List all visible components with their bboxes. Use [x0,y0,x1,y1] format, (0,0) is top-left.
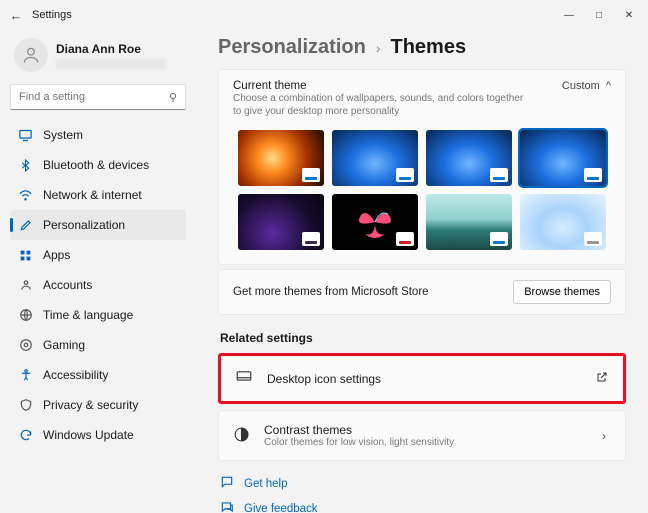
theme-thumb[interactable] [520,194,606,250]
person-icon [18,278,33,293]
user-email-hidden [56,58,166,69]
window-title: Settings [32,9,72,21]
themes-grid [233,130,611,250]
store-text: Get more themes from Microsoft Store [233,286,429,298]
nav-privacy[interactable]: Privacy & security [10,390,186,420]
nav-time[interactable]: Time & language [10,300,186,330]
theme-thumb[interactable] [238,130,324,186]
feedback-link[interactable]: Give feedback [220,500,626,513]
nav-label: Bluetooth & devices [43,158,149,172]
theme-mode-label: Custom [562,80,600,92]
related-heading: Related settings [220,331,626,345]
nav-label: Apps [43,248,70,262]
theme-thumb[interactable] [426,130,512,186]
minimize-button[interactable]: ― [554,2,584,28]
card-title: Current theme [233,80,552,92]
nav-apps[interactable]: Apps [10,240,186,270]
chevron-right-icon: › [597,429,611,443]
nav-label: Privacy & security [43,398,138,412]
wifi-icon [18,188,33,203]
user-block[interactable]: Diana Ann Roe [10,34,186,84]
contrast-themes-row[interactable]: Contrast themes Color themes for low vis… [218,410,626,461]
avatar-icon [14,38,48,72]
nav-network[interactable]: Network & internet [10,180,186,210]
titlebar: ← Settings ― □ ✕ [0,0,648,30]
shield-icon [18,398,33,413]
accessibility-icon [18,368,33,383]
nav-gaming[interactable]: Gaming [10,330,186,360]
nav-label: Network & internet [43,188,142,202]
nav-personalization[interactable]: Personalization [10,210,186,240]
nav-label: Windows Update [43,428,134,442]
theme-thumb[interactable] [332,194,418,250]
theme-mode-toggle[interactable]: Custom ^ [562,80,611,92]
store-row: Get more themes from Microsoft Store Bro… [218,269,626,315]
chevron-up-icon: ^ [606,80,611,92]
nav-label: Accessibility [43,368,108,382]
nav-label: Accounts [43,278,92,292]
help-links: Get help Give feedback [218,475,626,513]
feedback-icon [220,500,234,513]
nav-list: System Bluetooth & devices Network & int… [10,120,186,450]
apps-icon [18,248,33,263]
nav-accessibility[interactable]: Accessibility [10,360,186,390]
row-label: Contrast themes [264,423,583,437]
row-sublabel: Color themes for low vision, light sensi… [264,437,583,448]
row-label: Desktop icon settings [267,372,581,386]
help-icon [220,475,234,492]
link-label: Get help [244,478,287,490]
nav-system[interactable]: System [10,120,186,150]
theme-thumb[interactable] [238,194,324,250]
nav-label: Gaming [43,338,85,352]
nav-bluetooth[interactable]: Bluetooth & devices [10,150,186,180]
main-content: Personalization › Themes Current theme C… [196,30,648,513]
nav-label: Personalization [43,218,125,232]
contrast-icon [233,426,250,446]
nav-update[interactable]: Windows Update [10,420,186,450]
theme-thumb[interactable] [426,194,512,250]
search-box[interactable]: ⚲ [10,84,186,110]
current-theme-card: Current theme Choose a combination of wa… [218,69,626,265]
sidebar: Diana Ann Roe ⚲ System Bluetooth & devic… [0,30,196,513]
close-button[interactable]: ✕ [614,2,644,28]
update-icon [18,428,33,443]
nav-accounts[interactable]: Accounts [10,270,186,300]
gaming-icon [18,338,33,353]
back-button[interactable]: ← [4,8,28,23]
theme-thumb[interactable] [332,130,418,186]
link-label: Give feedback [244,503,318,513]
external-link-icon [595,371,609,386]
maximize-button[interactable]: □ [584,2,614,28]
card-subtitle: Choose a combination of wallpapers, soun… [233,92,533,118]
monitor-icon [235,368,253,389]
breadcrumb: Personalization › Themes [218,36,626,59]
browse-themes-button[interactable]: Browse themes [513,280,611,304]
breadcrumb-current: Themes [390,36,466,59]
globe-icon [18,308,33,323]
system-icon [18,128,33,143]
user-name: Diana Ann Roe [56,42,166,56]
search-input[interactable] [19,91,169,103]
desktop-icon-settings-row[interactable]: Desktop icon settings [218,353,626,404]
chevron-right-icon: › [376,40,381,56]
theme-thumb[interactable] [520,130,606,186]
nav-label: Time & language [43,308,133,322]
get-help-link[interactable]: Get help [220,475,626,492]
brush-icon [18,218,33,233]
breadcrumb-parent[interactable]: Personalization [218,36,366,59]
nav-label: System [43,128,83,142]
search-icon: ⚲ [169,91,177,104]
bluetooth-icon [18,158,33,173]
